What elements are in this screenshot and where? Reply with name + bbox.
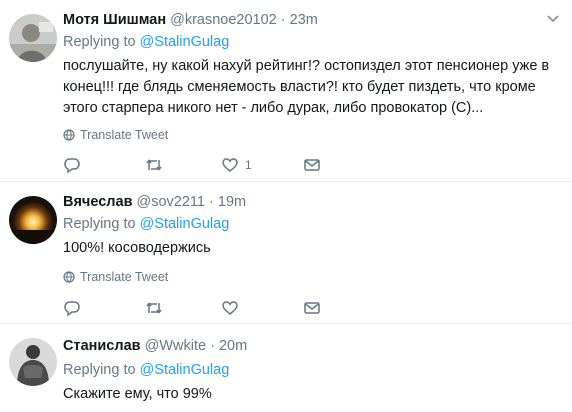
like-button[interactable]	[221, 298, 245, 318]
like-button[interactable]: 1	[221, 155, 252, 175]
translate-link[interactable]: Translate Tweet	[63, 269, 168, 285]
reply-icon	[64, 301, 80, 317]
direct-message-button[interactable]	[303, 298, 321, 318]
athlete-avatar[interactable]	[9, 338, 57, 386]
globe-icon	[63, 271, 75, 283]
translate-label: Translate Tweet	[80, 270, 169, 284]
direct-message-button[interactable]	[303, 155, 321, 175]
reply-button[interactable]	[63, 298, 81, 318]
separator-dot: ·	[209, 194, 214, 210]
replying-to: Replying to @StalinGulag	[63, 360, 229, 380]
separator-dot: ·	[280, 12, 286, 28]
user-handle[interactable]: @krasnoe20102	[170, 12, 277, 28]
chevron-down-icon[interactable]	[546, 14, 560, 24]
tweet-header: Станислав @Wwkite · 20m	[63, 336, 247, 356]
envelope-icon	[304, 159, 320, 171]
replying-prefix: Replying to	[63, 216, 136, 232]
reply-icon	[64, 158, 80, 174]
reply-button[interactable]	[63, 155, 81, 175]
tweet-text: 100%! косоводержись	[63, 240, 211, 256]
user-avatar[interactable]	[9, 14, 57, 62]
tweet-actions: 1	[63, 155, 363, 175]
display-name[interactable]: Станислав	[63, 338, 141, 354]
retweet-button[interactable]	[145, 155, 163, 175]
timestamp[interactable]: 23m	[290, 12, 318, 28]
replying-prefix: Replying to	[63, 34, 136, 50]
timestamp[interactable]: 20m	[219, 338, 247, 354]
translate-label: Translate Tweet	[80, 128, 169, 142]
like-count: 1	[245, 158, 252, 172]
display-name[interactable]: Мотя Шишман	[63, 12, 166, 28]
replying-to: Replying to @StalinGulag	[63, 32, 229, 52]
mention-link[interactable]: @StalinGulag	[140, 216, 230, 232]
mention-link[interactable]: @StalinGulag	[140, 34, 230, 50]
user-handle[interactable]: @sov2211	[137, 194, 205, 210]
replying-prefix: Replying to	[63, 362, 136, 378]
tweet-actions	[63, 298, 363, 318]
tweet[interactable]: Вячеслав @sov2211 · 19m Replying to @Sta…	[0, 182, 572, 324]
mention-link[interactable]: @StalinGulag	[140, 362, 230, 378]
tweet-text: послушайте, ну какой нахуй рейтинг!? ост…	[63, 58, 550, 116]
heart-icon	[222, 158, 238, 172]
globe-icon	[63, 129, 75, 141]
tweet-header: Мотя Шишман @krasnoe20102 · 23m	[63, 10, 318, 30]
sunset-avatar[interactable]	[9, 196, 57, 244]
retweet-icon	[146, 302, 162, 314]
tweet[interactable]: Мотя Шишман @krasnoe20102 · 23m Replying…	[0, 0, 572, 182]
replying-to: Replying to @StalinGulag	[63, 214, 229, 234]
retweet-icon	[146, 159, 162, 171]
user-handle[interactable]: @Wwkite	[145, 338, 206, 354]
heart-icon	[222, 301, 238, 315]
translate-link[interactable]: Translate Tweet	[63, 127, 168, 143]
tweet-text: Скажите ему, что 99%	[63, 386, 212, 402]
tweet-header: Вячеслав @sov2211 · 19m	[63, 192, 246, 212]
tweet[interactable]: Станислав @Wwkite · 20m Replying to @Sta…	[0, 324, 572, 412]
envelope-icon	[304, 302, 320, 314]
retweet-button[interactable]	[145, 298, 163, 318]
display-name[interactable]: Вячеслав	[63, 194, 132, 210]
timestamp[interactable]: 19m	[218, 194, 246, 210]
separator-dot: ·	[210, 338, 215, 354]
